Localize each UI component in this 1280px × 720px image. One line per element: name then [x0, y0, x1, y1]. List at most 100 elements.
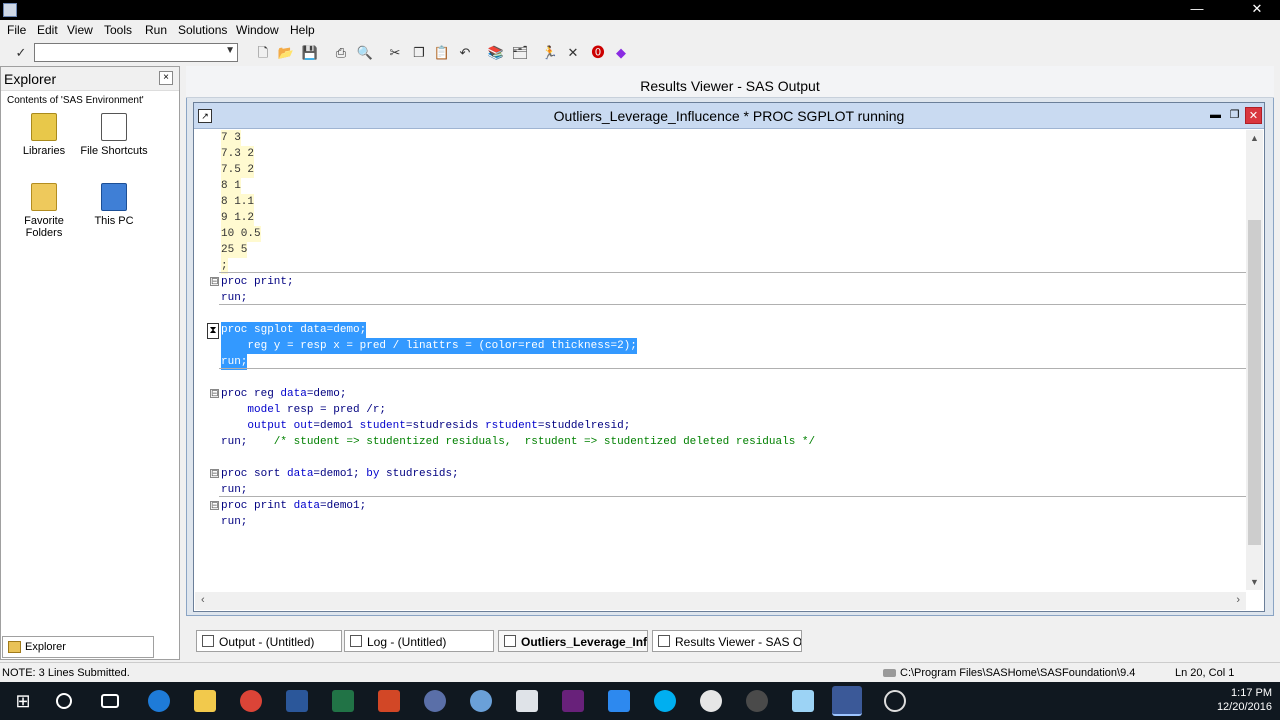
windows-taskbar: ⊞ 1:17 PM 12/20/2016 — [0, 682, 1280, 720]
scroll-up-icon[interactable]: ▲ — [1250, 133, 1259, 143]
book-icon[interactable]: ◆ — [612, 44, 630, 61]
explorer-icon[interactable]: 🗂 — [511, 44, 529, 61]
code-line: proc sort data=demo1; by studresids; — [221, 466, 459, 482]
cursor-position: Ln 20, Col 1 — [1175, 667, 1235, 679]
excel-icon[interactable] — [332, 690, 354, 712]
explorer-item-file-shortcuts[interactable]: File Shortcuts — [79, 113, 149, 157]
browser-icon[interactable] — [470, 690, 492, 712]
scroll-left-icon[interactable]: ‹ — [201, 594, 205, 606]
keyword: model — [221, 404, 288, 416]
fold-toggle[interactable]: ⊟ — [210, 277, 219, 286]
menu-solutions[interactable]: Solutions — [178, 23, 227, 37]
word-icon[interactable] — [286, 690, 308, 712]
file-explorer-icon[interactable] — [194, 690, 216, 712]
this-pc-icon — [101, 183, 127, 211]
menu-help[interactable]: Help — [290, 23, 315, 37]
editor-close-button[interactable]: ✕ — [1245, 107, 1262, 124]
fold-toggle[interactable]: ⊟ — [210, 389, 219, 398]
notepad-icon[interactable] — [792, 690, 814, 712]
tab-results-viewer[interactable]: Results Viewer - SAS Ou... — [652, 630, 802, 652]
tab-program-editor[interactable]: Outliers_Leverage_Infl... — [498, 630, 648, 652]
copy-icon[interactable]: ❐ — [410, 44, 428, 61]
explorer-item-this-pc[interactable]: This PC — [79, 183, 149, 227]
option: data — [280, 388, 307, 400]
xbox-icon[interactable] — [700, 690, 722, 712]
powerpoint-icon[interactable] — [378, 690, 400, 712]
help-icon[interactable]: ⓿ — [589, 44, 607, 61]
menu-file[interactable]: File — [7, 23, 26, 37]
editor-minimize-button[interactable]: ▬ — [1207, 107, 1224, 124]
cortana-icon[interactable] — [56, 693, 72, 709]
close-icon[interactable]: × — [159, 71, 173, 85]
print-icon[interactable]: ⎙ — [332, 44, 350, 61]
block-divider — [219, 272, 1246, 273]
explorer-item-libraries[interactable]: Libraries — [9, 113, 79, 157]
tab-label: Outliers_Leverage_Infl... — [521, 635, 648, 649]
windows-start-icon[interactable]: ⊞ — [12, 690, 34, 712]
command-box[interactable]: ▼ — [34, 43, 238, 62]
fold-toggle[interactable]: ⊟ — [210, 469, 219, 478]
clear-icon[interactable]: ✕ — [564, 44, 582, 61]
editor-window-icon[interactable]: ↗ — [198, 109, 212, 123]
sas-active-icon[interactable] — [832, 686, 862, 716]
keyword: by — [366, 468, 387, 480]
new-icon[interactable]: 🗋 — [254, 44, 272, 61]
tab-log[interactable]: Log - (Untitled) — [344, 630, 494, 652]
menu-view[interactable]: View — [67, 23, 93, 37]
visual-studio-icon[interactable] — [562, 690, 584, 712]
results-viewer-title[interactable]: Results Viewer - SAS Output — [186, 66, 1274, 98]
vertical-scrollbar[interactable]: ▲ ▼ — [1246, 130, 1263, 590]
app-icon[interactable] — [608, 690, 630, 712]
editor-maximize-button[interactable]: ❐ — [1226, 107, 1243, 124]
code-line: proc print data=demo1; — [221, 498, 366, 514]
tab-label: Results Viewer - SAS Ou... — [675, 635, 802, 649]
editor-caption: ↗ Outliers_Leverage_Influcence * PROC SG… — [194, 103, 1264, 129]
code-editor[interactable]: 7 3 7.3 2 7.5 2 8 1 8 1.1 9 1.2 10 0.5 2… — [195, 130, 1246, 590]
settings-icon[interactable] — [884, 690, 906, 712]
sas-icon[interactable] — [424, 690, 446, 712]
scroll-down-icon[interactable]: ▼ — [1250, 577, 1259, 587]
program-editor-window: ↗ Outliers_Leverage_Influcence * PROC SG… — [193, 102, 1265, 612]
open-icon[interactable]: 📂 — [277, 44, 295, 61]
menu-tools[interactable]: Tools — [104, 23, 132, 37]
scroll-right-icon[interactable]: › — [1236, 594, 1240, 606]
undo-icon[interactable]: ↶ — [456, 44, 474, 61]
camera-icon[interactable] — [746, 690, 768, 712]
fold-toggle[interactable]: ⊟ — [210, 501, 219, 510]
task-view-icon[interactable] — [101, 694, 119, 708]
code-line: 7 3 — [221, 130, 241, 146]
paste-icon[interactable]: 📋 — [433, 44, 451, 61]
value: =demo1 — [313, 420, 360, 432]
running-hourglass-icon: ⧗ — [207, 323, 219, 339]
skype-icon[interactable] — [654, 690, 676, 712]
library-icon[interactable]: 📚 — [487, 44, 505, 61]
tab-output[interactable]: Output - (Untitled) — [196, 630, 342, 652]
minimize-window-button[interactable]: — — [1180, 0, 1214, 20]
explorer-tab[interactable]: Explorer — [2, 636, 154, 658]
print-preview-icon[interactable]: 🔍 — [356, 44, 374, 61]
calculator-icon[interactable] — [516, 690, 538, 712]
check-icon[interactable]: ✓ — [12, 44, 30, 61]
chrome-icon[interactable] — [240, 690, 262, 712]
edge-icon[interactable] — [148, 690, 170, 712]
menu-window[interactable]: Window — [236, 23, 279, 37]
current-directory[interactable]: C:\Program Files\SASHome\SASFoundation\9… — [900, 667, 1135, 679]
submit-icon[interactable]: 🏃 — [541, 44, 559, 61]
value: =studdelresid; — [537, 420, 631, 432]
explorer-item-favorite-folders[interactable]: Favorite Folders — [9, 183, 79, 239]
code-line: 10 0.5 — [221, 226, 261, 242]
taskbar-clock[interactable]: 1:17 PM 12/20/2016 — [1217, 686, 1272, 714]
horizontal-scrollbar[interactable]: ‹ › — [195, 592, 1246, 610]
menu-run[interactable]: Run — [145, 23, 167, 37]
code-line: proc print; — [221, 276, 294, 288]
keyword: proc reg — [221, 388, 281, 400]
close-window-button[interactable]: ✕ — [1240, 0, 1274, 20]
save-icon[interactable]: 💾 — [301, 44, 319, 61]
editor-title: Outliers_Leverage_Influcence * PROC SGPL… — [553, 108, 905, 124]
scroll-thumb[interactable] — [1248, 220, 1261, 545]
menu-edit[interactable]: Edit — [37, 23, 58, 37]
cut-icon[interactable]: ✂ — [386, 44, 404, 61]
explorer-item-label: File Shortcuts — [80, 145, 148, 157]
value: studresids; — [386, 468, 459, 480]
chevron-down-icon[interactable]: ▼ — [225, 45, 235, 56]
